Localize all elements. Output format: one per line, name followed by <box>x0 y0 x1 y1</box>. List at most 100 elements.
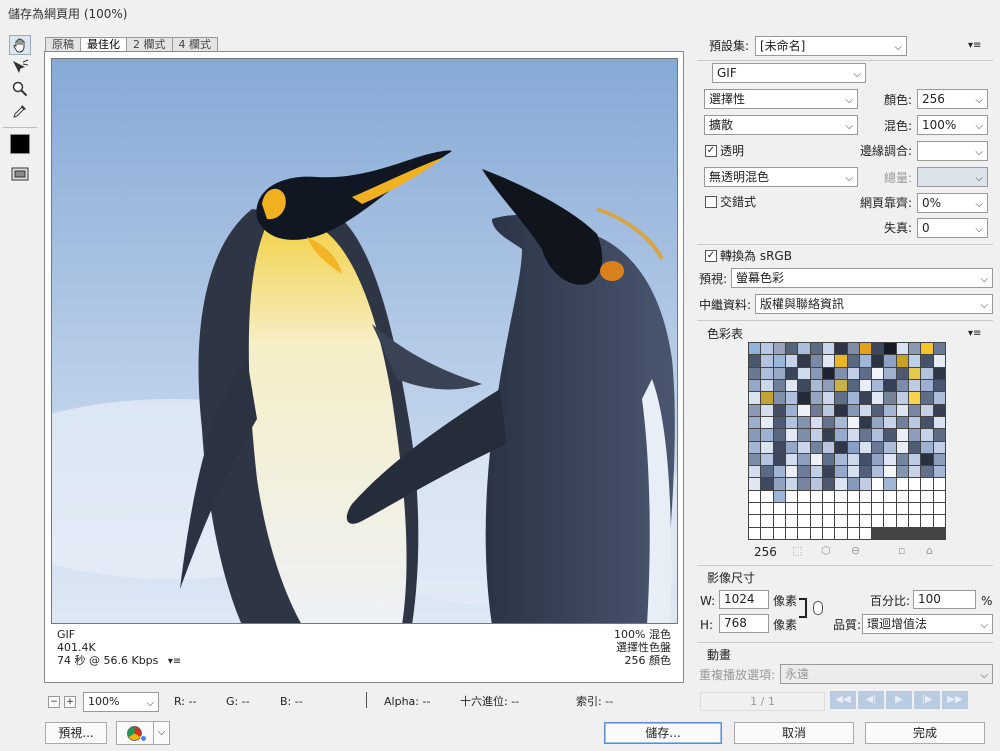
color-swatch[interactable] <box>847 503 859 515</box>
color-swatch[interactable] <box>810 343 822 355</box>
zoom-select[interactable]: 100% ⌵ <box>83 692 159 712</box>
toggle-slices-icon[interactable] <box>9 164 31 184</box>
color-swatch[interactable] <box>921 379 933 392</box>
preset-select[interactable]: [未命名] ⌵ <box>755 36 907 56</box>
eyedropper-tool-icon[interactable] <box>9 101 31 121</box>
color-swatch[interactable] <box>810 404 822 416</box>
color-swatch[interactable] <box>909 441 921 453</box>
color-swatch[interactable] <box>810 453 822 466</box>
color-swatch[interactable] <box>749 379 761 392</box>
settings-menu-icon[interactable]: ▾≡ <box>968 38 981 54</box>
color-swatch[interactable] <box>835 429 847 441</box>
color-swatch[interactable] <box>761 367 773 379</box>
color-swatch[interactable] <box>896 453 909 466</box>
zoom-tool-icon[interactable] <box>9 79 31 99</box>
color-swatch[interactable] <box>859 416 872 429</box>
dither-algorithm-select[interactable]: 擴散 ⌵ <box>704 115 858 135</box>
color-swatch[interactable] <box>822 441 835 453</box>
color-swatch[interactable] <box>847 404 859 416</box>
color-swatch[interactable] <box>884 466 896 478</box>
color-swatch[interactable] <box>921 404 933 416</box>
color-swatch[interactable] <box>835 343 847 355</box>
color-swatch[interactable] <box>921 367 933 379</box>
color-swatch[interactable] <box>872 392 884 404</box>
color-swatch[interactable] <box>921 490 933 503</box>
color-swatch[interactable] <box>896 355 909 367</box>
color-swatch[interactable] <box>933 503 945 515</box>
browser-select[interactable]: ⌵ <box>116 721 170 745</box>
eyedropper-color-swatch[interactable] <box>10 134 30 154</box>
color-swatch[interactable] <box>847 392 859 404</box>
color-swatch[interactable] <box>822 453 835 466</box>
color-swatch[interactable] <box>909 429 921 441</box>
color-swatch[interactable] <box>749 527 761 539</box>
color-swatch[interactable] <box>896 515 909 527</box>
color-swatch[interactable] <box>933 466 945 478</box>
color-swatch[interactable] <box>798 416 810 429</box>
color-swatch[interactable] <box>884 392 896 404</box>
color-swatch[interactable] <box>761 515 773 527</box>
color-swatch[interactable] <box>921 343 933 355</box>
color-swatch[interactable] <box>896 404 909 416</box>
color-swatch[interactable] <box>872 503 884 515</box>
transparency-dither-select[interactable]: 無透明混色 ⌵ <box>704 167 858 187</box>
color-swatch[interactable] <box>810 392 822 404</box>
color-swatch[interactable] <box>859 527 872 539</box>
color-swatch[interactable] <box>835 453 847 466</box>
tab-optimized[interactable]: 最佳化 <box>80 37 127 52</box>
color-swatch[interactable] <box>798 453 810 466</box>
color-swatch[interactable] <box>810 490 822 503</box>
color-swatch[interactable] <box>909 404 921 416</box>
color-swatch[interactable] <box>785 429 798 441</box>
color-swatch[interactable] <box>933 490 945 503</box>
color-swatch[interactable] <box>909 453 921 466</box>
color-swatch[interactable] <box>933 416 945 429</box>
color-swatch[interactable] <box>810 367 822 379</box>
color-swatch[interactable] <box>773 466 785 478</box>
color-swatch[interactable] <box>872 355 884 367</box>
color-swatch[interactable] <box>785 515 798 527</box>
color-swatch[interactable] <box>872 478 884 490</box>
color-swatch[interactable] <box>798 429 810 441</box>
color-swatch[interactable] <box>859 404 872 416</box>
color-swatch[interactable] <box>921 429 933 441</box>
color-swatch[interactable] <box>773 404 785 416</box>
interlaced-checkbox[interactable] <box>705 196 717 208</box>
reduction-select[interactable]: 選擇性 ⌵ <box>704 89 858 109</box>
color-swatch[interactable] <box>761 355 773 367</box>
color-swatch[interactable] <box>773 503 785 515</box>
color-swatch[interactable] <box>810 379 822 392</box>
color-swatch[interactable] <box>761 416 773 429</box>
color-swatch[interactable] <box>835 355 847 367</box>
color-swatch[interactable] <box>749 404 761 416</box>
dither-amount-select[interactable]: 100% ⌵ <box>917 115 988 135</box>
color-swatch[interactable] <box>749 392 761 404</box>
new-color-icon[interactable]: ▫ <box>898 544 905 557</box>
color-swatch[interactable] <box>785 379 798 392</box>
lock-color-icon[interactable]: ⊖ <box>851 544 860 557</box>
color-table-grid[interactable] <box>748 342 946 540</box>
web-shift-icon[interactable]: ⬡ <box>821 544 831 557</box>
color-swatch[interactable] <box>810 478 822 490</box>
color-swatch[interactable] <box>896 429 909 441</box>
color-swatch[interactable] <box>896 367 909 379</box>
color-swatch[interactable] <box>798 392 810 404</box>
color-swatch[interactable] <box>761 392 773 404</box>
color-swatch[interactable] <box>847 466 859 478</box>
color-swatch[interactable] <box>933 367 945 379</box>
color-swatch[interactable] <box>761 478 773 490</box>
color-swatch[interactable] <box>785 416 798 429</box>
width-input[interactable]: 1024 <box>719 590 769 609</box>
color-swatch[interactable] <box>773 515 785 527</box>
color-swatch[interactable] <box>933 429 945 441</box>
color-swatch[interactable] <box>749 429 761 441</box>
color-swatch[interactable] <box>773 453 785 466</box>
color-swatch[interactable] <box>884 416 896 429</box>
color-swatch[interactable] <box>909 379 921 392</box>
color-swatch[interactable] <box>761 343 773 355</box>
color-swatch[interactable] <box>798 503 810 515</box>
color-table-menu-icon[interactable]: ▾≡ <box>968 326 981 342</box>
color-swatch[interactable] <box>859 429 872 441</box>
color-swatch[interactable] <box>859 453 872 466</box>
color-swatch[interactable] <box>909 355 921 367</box>
